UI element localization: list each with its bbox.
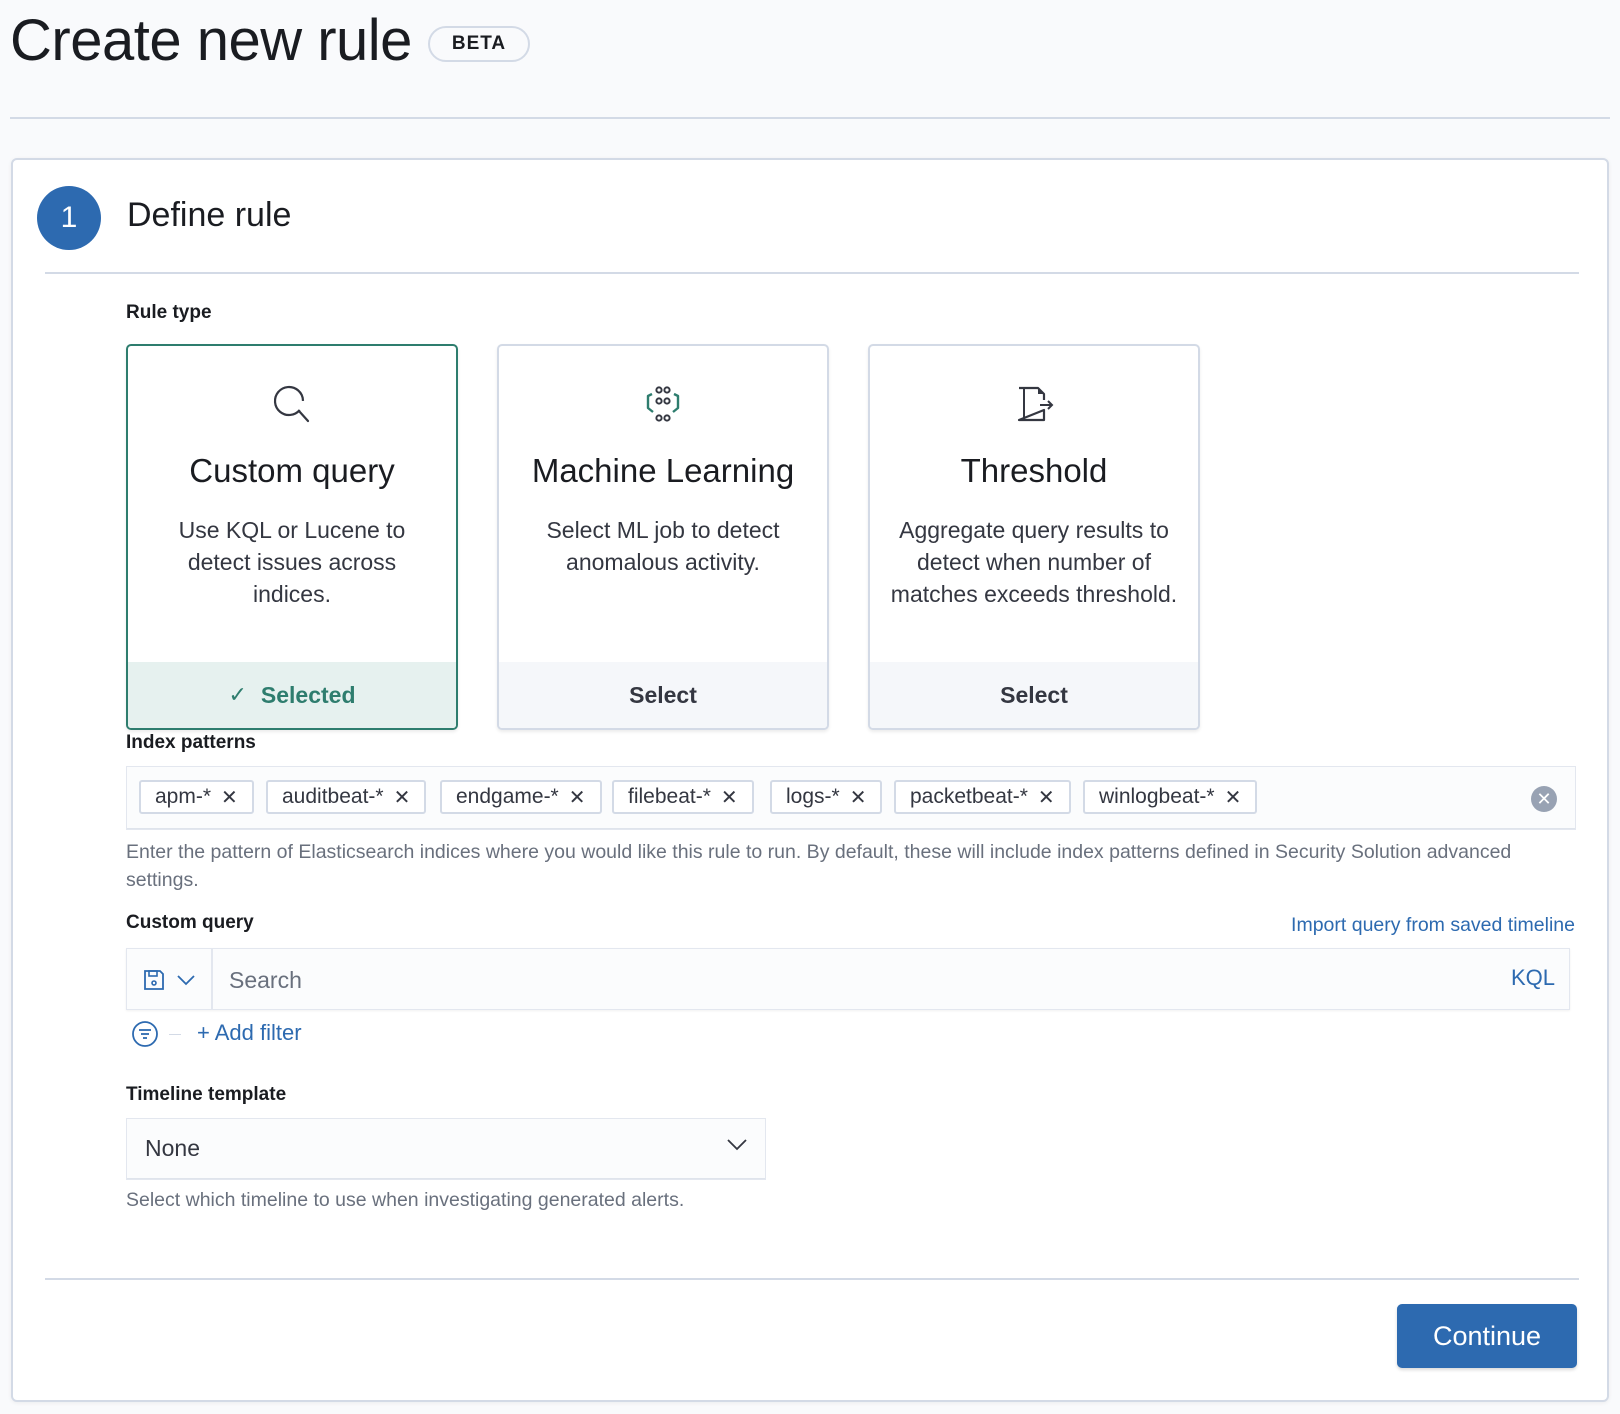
pill-label: filebeat-* [628,785,711,808]
page-title: Create new rule [10,8,412,73]
card-description: Select ML job to detect anomalous activi… [546,517,780,575]
define-rule-panel: 1 Define rule Rule type Custom query Use… [11,158,1609,1402]
index-pattern-pill: auditbeat-* ✕ [266,780,427,814]
remove-icon[interactable]: ✕ [394,785,411,810]
divider [45,272,1579,274]
save-icon [144,970,164,990]
card-description: Use KQL or Lucene to detect issues acros… [178,517,406,607]
card-title: Machine Learning [531,452,795,489]
remove-icon[interactable]: ✕ [1038,785,1055,810]
clear-all-icon[interactable]: ✕ [1531,786,1557,812]
query-language-toggle[interactable]: KQL [1511,965,1555,991]
step-number-badge: 1 [37,186,101,250]
page-header: Create new rule BETA [10,0,1610,119]
index-patterns-combobox[interactable]: apm-* ✕ auditbeat-* ✕ endgame-* ✕ filebe… [126,766,1576,830]
index-pattern-pill: winlogbeat-* ✕ [1083,780,1258,814]
card-title: Threshold [960,452,1108,489]
index-pattern-pill: endgame-* ✕ [440,780,602,814]
pill-label: winlogbeat-* [1099,785,1215,808]
threshold-icon [1017,386,1054,422]
timeline-template-help: Select which timeline to use when invest… [126,1189,685,1211]
pill-label: packetbeat-* [910,785,1028,808]
timeline-template-select[interactable]: None [126,1118,766,1180]
step-title: Define rule [127,196,292,234]
index-pattern-pill: logs-* ✕ [770,780,883,814]
card-select-button[interactable]: Select [870,662,1198,728]
card-select-button[interactable]: Select [499,662,827,728]
index-pattern-pill: packetbeat-* ✕ [894,780,1071,814]
card-footer-label: Selected [260,681,356,708]
chevron-down-icon [727,1139,747,1151]
check-icon: ✓ [228,682,247,707]
remove-icon[interactable]: ✕ [721,785,738,810]
remove-icon[interactable]: ✕ [1225,785,1242,810]
beta-badge: BETA [428,26,530,62]
index-patterns-label: Index patterns [126,732,256,753]
divider [45,1278,1579,1280]
timeline-template-label: Timeline template [126,1084,287,1105]
search-icon [273,385,310,423]
rule-type-label: Rule type [126,302,212,323]
import-query-link[interactable]: Import query from saved timeline [1291,914,1575,937]
card-description: Aggregate query results to detect when n… [890,517,1178,607]
index-pattern-pill: apm-* ✕ [139,780,254,814]
pill-label: endgame-* [456,785,559,808]
rule-card-threshold[interactable]: Threshold Aggregate query results to det… [868,344,1200,730]
index-patterns-help: Enter the pattern of Elasticsearch indic… [126,841,1512,891]
add-filter-button[interactable]: + Add filter [197,1020,302,1046]
remove-icon[interactable]: ✕ [850,785,867,810]
query-search-input[interactable] [227,949,1431,1011]
pill-label: apm-* [155,785,212,808]
rule-card-custom-query[interactable]: Custom query Use KQL or Lucene to detect… [126,344,458,730]
chevron-down-icon [177,975,195,986]
index-pattern-pill: filebeat-* ✕ [612,780,754,814]
pill-label: auditbeat-* [282,785,384,808]
query-bar: KQL [126,948,1570,1011]
pill-label: logs-* [786,785,840,808]
divider [169,1034,181,1035]
card-title: Custom query [189,452,395,489]
custom-query-label: Custom query [126,912,254,933]
filter-icon[interactable] [131,1020,159,1048]
remove-icon[interactable]: ✕ [569,785,586,810]
saved-query-menu-button[interactable] [127,949,213,1009]
selected-value: None [145,1135,200,1161]
remove-icon[interactable]: ✕ [221,785,238,810]
machine-learning-icon [646,386,680,422]
rule-card-machine-learning[interactable]: Machine Learning Select ML job to detect… [497,344,829,730]
card-selected-button[interactable]: ✓ Selected [128,662,456,728]
continue-button[interactable]: Continue [1397,1304,1577,1368]
